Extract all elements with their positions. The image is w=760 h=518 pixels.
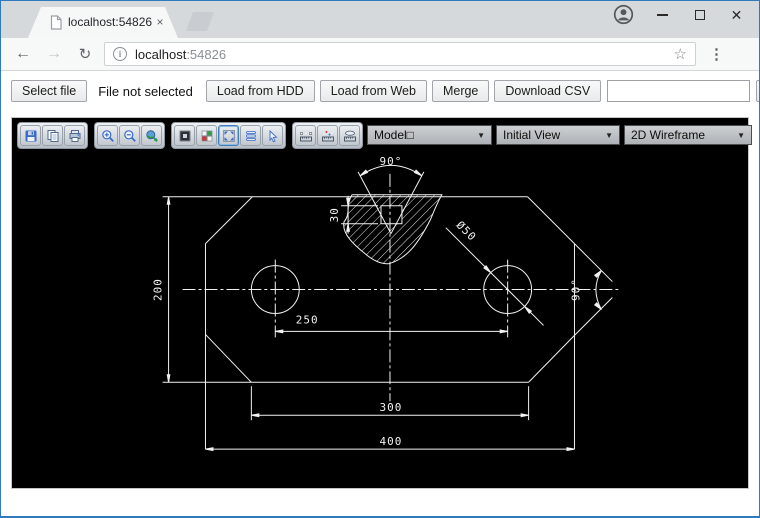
measure-polyline-button[interactable] xyxy=(317,125,338,146)
tab-close-icon[interactable]: × xyxy=(153,15,167,29)
maximize-icon xyxy=(695,10,705,20)
fit-to-screen-icon xyxy=(222,129,236,143)
load-from-hdd-button[interactable]: Load from HDD xyxy=(206,80,315,102)
visual-style-dropdown-value: 2D Wireframe xyxy=(631,128,705,142)
cad-drawing: 90° 30 Ø50 200 250 90° 300 400 xyxy=(12,118,748,488)
url-port: :54826 xyxy=(186,47,226,62)
merge-button[interactable]: Merge xyxy=(432,80,489,102)
dim-label-depth: 30 xyxy=(328,207,341,222)
measure-area-button[interactable] xyxy=(339,125,360,146)
chevron-down-icon: ▼ xyxy=(737,131,745,140)
copy-button[interactable] xyxy=(42,125,63,146)
close-button[interactable]: ✕ xyxy=(718,3,755,27)
chevron-down-icon: ▼ xyxy=(605,131,613,140)
layers-button[interactable] xyxy=(240,125,261,146)
zoom-in-button[interactable] xyxy=(97,125,118,146)
page-favicon-icon xyxy=(50,15,62,30)
url-host: localhost xyxy=(135,47,186,62)
select-pointer-icon xyxy=(266,129,280,143)
zoom-extents-icon xyxy=(145,129,159,143)
zoom-extents-button[interactable] xyxy=(141,125,162,146)
browser-toolbar: ← → ↻ i localhost:54826 ☆ ⋮ xyxy=(1,38,759,71)
browser-menu-icon[interactable]: ⋮ xyxy=(709,45,724,63)
colors-icon xyxy=(200,129,214,143)
colors-button[interactable] xyxy=(196,125,217,146)
fit-to-screen-button[interactable] xyxy=(218,125,239,146)
background-icon xyxy=(178,129,192,143)
profile-icon[interactable] xyxy=(613,4,634,25)
select-file-button[interactable]: Select file xyxy=(11,80,87,102)
tab-title: localhost:54826 xyxy=(68,7,152,38)
save-icon xyxy=(24,129,38,143)
layers-icon xyxy=(244,129,258,143)
info-icon[interactable]: i xyxy=(113,47,127,61)
layout-dropdown[interactable]: Model□ ▼ xyxy=(367,125,492,145)
download-csv-button[interactable]: Download CSV xyxy=(494,80,601,102)
measure-distance-icon xyxy=(299,129,313,143)
dim-diameter-50 xyxy=(446,228,544,326)
dim-label-angle-top: 90° xyxy=(380,155,403,168)
new-tab-button[interactable] xyxy=(186,12,214,31)
measure-polyline-icon xyxy=(321,129,335,143)
toolbar-group-zoom xyxy=(94,122,165,149)
copy-icon xyxy=(46,129,60,143)
address-bar[interactable]: i localhost:54826 ☆ xyxy=(104,42,696,66)
zoom-out-button[interactable] xyxy=(119,125,140,146)
dim-label-width: 400 xyxy=(380,435,403,448)
chevron-down-icon: ▼ xyxy=(477,131,485,140)
dim-angle-right xyxy=(574,244,601,449)
background-button[interactable] xyxy=(174,125,195,146)
dim-label-angle-right: 90° xyxy=(569,278,582,301)
dim-width-400 xyxy=(205,244,574,451)
toolbar-group-file xyxy=(17,122,88,149)
window-controls: ✕ xyxy=(644,3,755,27)
save-button[interactable] xyxy=(20,125,41,146)
dim-label-inner-width: 300 xyxy=(380,401,403,414)
dim-label-height: 200 xyxy=(152,278,165,301)
back-button[interactable]: ← xyxy=(14,45,32,63)
toolbar-group-measure xyxy=(292,122,363,149)
maximize-button[interactable] xyxy=(681,3,718,27)
load-from-web-button[interactable]: Load from Web xyxy=(320,80,427,102)
reload-button[interactable]: ↻ xyxy=(76,45,94,63)
measure-area-icon xyxy=(343,129,357,143)
measure-distance-button[interactable] xyxy=(295,125,316,146)
file-status-label: File not selected xyxy=(98,84,193,99)
view-dropdown[interactable]: Initial View ▼ xyxy=(496,125,620,145)
print-button[interactable] xyxy=(64,125,85,146)
minimize-button[interactable] xyxy=(644,3,681,27)
toolbar-group-display xyxy=(171,122,286,149)
file-controls-row: Select file File not selected Load from … xyxy=(11,79,759,103)
zoom-in-icon xyxy=(101,129,115,143)
select-pointer-button[interactable] xyxy=(262,125,283,146)
minimize-icon xyxy=(657,14,668,16)
print-icon xyxy=(68,129,82,143)
cad-toolbar: Model□ ▼ Initial View ▼ 2D Wireframe ▼ xyxy=(17,122,752,149)
bookmark-star-icon[interactable]: ☆ xyxy=(674,45,687,63)
cad-canvas[interactable]: 90° 30 Ø50 200 250 90° 300 400 xyxy=(11,117,749,489)
zoom-out-icon xyxy=(123,129,137,143)
search-input[interactable] xyxy=(607,80,750,102)
dim-label-diameter: Ø50 xyxy=(454,219,479,244)
view-dropdown-value: Initial View xyxy=(503,128,560,142)
browser-tab[interactable]: localhost:54826 × xyxy=(28,7,178,38)
dim-label-spacing: 250 xyxy=(296,313,319,326)
close-icon: ✕ xyxy=(731,8,743,22)
layout-dropdown-value: Model□ xyxy=(374,128,414,142)
find-button[interactable]: Find xyxy=(756,80,760,102)
browser-window: localhost:54826 × ✕ ← → ↻ i localhost:54… xyxy=(0,0,760,518)
url-text[interactable]: localhost:54826 xyxy=(135,47,226,62)
tab-strip: localhost:54826 × ✕ xyxy=(1,1,759,38)
forward-button[interactable]: → xyxy=(45,45,63,63)
dim-spacing-250 xyxy=(275,330,507,333)
visual-style-dropdown[interactable]: 2D Wireframe ▼ xyxy=(624,125,752,145)
